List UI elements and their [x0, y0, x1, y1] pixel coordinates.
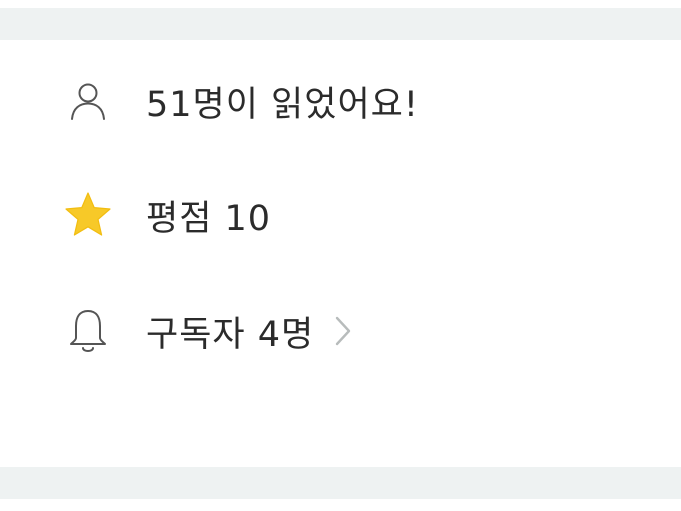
rating-row: 평점 10 — [60, 185, 271, 245]
star-icon — [60, 187, 116, 243]
readers-count-label: 51명이 읽었어요! — [146, 84, 419, 125]
bottom-divider-band — [0, 467, 681, 499]
chevron-right-icon[interactable] — [328, 311, 358, 351]
top-divider-band — [0, 8, 681, 40]
subscribers-row[interactable]: 구독자 4명 — [60, 301, 358, 361]
subscribers-label[interactable]: 구독자 4명 — [146, 306, 314, 357]
bell-icon — [60, 303, 116, 359]
rating-label: 평점 10 — [146, 198, 272, 239]
person-icon — [60, 73, 116, 129]
readers-row: 51명이 읽었어요! — [60, 71, 419, 131]
